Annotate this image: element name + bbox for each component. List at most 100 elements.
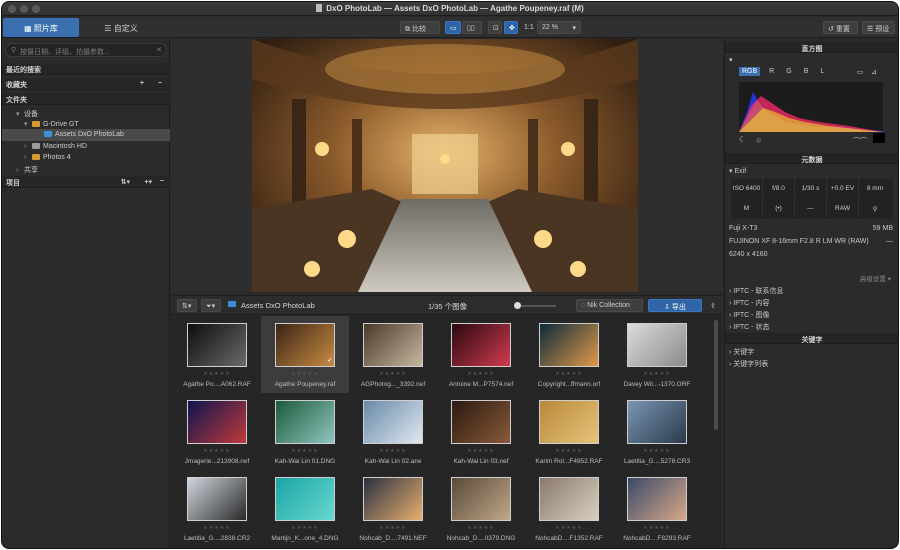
filter-button[interactable]: ⏷▾ [201,299,221,312]
channel-l[interactable]: L [817,67,827,76]
sort-button[interactable]: ⇅▾ [177,299,197,312]
rating-stars[interactable]: ★★★★★ [349,448,437,454]
thumbnail-cell[interactable]: ★★★★★ Nohcab_D....7491.NEF [349,470,437,547]
one-to-one-button[interactable]: 1:1 [519,21,535,34]
split-view-button[interactable]: ▯▯ [462,21,482,34]
favorites-header[interactable]: 收藏夹 + − [2,78,170,90]
thumbnail-cell[interactable]: ★★★★★ Laetitia_G....2838.CR2 [173,470,261,547]
remove-icon[interactable]: − [160,178,164,185]
tree-item-shared[interactable]: › 共享 [2,163,170,175]
moon-icon[interactable]: ☾ [739,135,746,144]
clipping-icon[interactable]: ⊿ [871,68,877,76]
reset-button[interactable]: ↺ 重置 [823,21,858,34]
black-swatch[interactable] [873,133,885,143]
compare-icon: ⧉ [405,26,410,33]
exif-section[interactable]: ▾ Exif [725,165,898,176]
tab-customize[interactable]: ☰ 自定义 [86,18,156,37]
export-button[interactable]: ⇩ 导出 [648,299,702,312]
search-input[interactable]: ⚲ 按摄日期、评级、拍摄参数... ✕ [5,43,167,57]
keywords-section[interactable]: › 关键字 [725,345,898,356]
thumbnail-cell[interactable]: ★★★★★ Kah-Wai Lin 02.arw [349,393,437,470]
zoom-select[interactable]: 22 % ▾ [537,21,581,34]
thumbnail-size-slider[interactable] [514,302,556,309]
rating-stars[interactable]: ★★★★★ [261,448,349,454]
channel-r[interactable]: R [766,67,777,76]
iptc-status[interactable]: › IPTC - 状态 [725,320,898,331]
grid-scrollbar[interactable] [714,320,718,430]
tab-photo-library[interactable]: ▦ 照片库 [3,18,79,37]
thumbnail-cell[interactable]: ★★★★★ Davey Wil...-1370.ORF [613,316,701,393]
thumbnail-caption: Nohcab_D....7491.NEF [359,535,427,542]
add-icon[interactable]: + [140,80,144,87]
channel-selector: RGB R G B L [739,67,833,78]
keyword-list-section[interactable]: › 关键字列表 [725,357,898,368]
sun-icon[interactable]: ☼ [755,135,762,144]
clear-icon[interactable]: ✕ [156,46,162,54]
fit-button[interactable]: ⊡ [488,21,502,34]
add-project-icon[interactable]: +▾ [144,178,152,186]
thumbnail-cell[interactable]: ★★★★★ Nohcab_D....0379.DNG [437,470,525,547]
rating-stars[interactable]: ★★★★★ [261,371,349,377]
thumbnail-cell[interactable]: ★★★★★ Kah-Wai Lin 03.nef [437,393,525,470]
iptc-content[interactable]: › IPTC - 内容 [725,296,898,307]
remove-icon[interactable]: − [158,80,162,87]
rating-stars[interactable]: ★★★★★ [173,448,261,454]
single-view-button[interactable]: ▭ [445,21,461,34]
iptc-contact[interactable]: › IPTC - 联系信息 [725,284,898,295]
thumbnail-caption: Karim Rol...F4952.RAF [535,458,603,465]
iptc-image[interactable]: › IPTC - 图像 [725,308,898,319]
rating-stars[interactable]: ★★★★★ [437,448,525,454]
share-icon: ⇪ [710,303,716,310]
channel-g[interactable]: G [783,67,794,76]
folder-icon [32,154,40,160]
channel-b[interactable]: B [801,67,812,76]
rating-stars[interactable]: ★★★★★ [437,525,525,531]
thumbnail-cell[interactable]: ★★★★★ Jmagerie...213908.nef [173,393,261,470]
share-button[interactable]: ⇪ [705,299,717,312]
rating-stars[interactable]: ★★★★★ [613,448,701,454]
thumbnail-cell[interactable]: ★★★★★ Agathe Poupeney.raf ✓ [261,316,349,393]
thumbnail-cell[interactable]: ★★★★★ AGPhotog..._3392.nef [349,316,437,393]
rating-stars[interactable]: ★★★★★ [437,371,525,377]
thumbnail-cell[interactable]: ★★★★★ Agathe Po....A062.RAF [173,316,261,393]
filmstrip-toolbar: ⇅▾ ⏷▾ Assets DxO PhotoLab 1/35 个图像 ◌ Nik… [171,295,722,315]
thumbnail-cell[interactable]: ★★★★★ NohcabD....F8293.RAF [613,470,701,547]
thumbnail-caption: Jmagerie...213908.nef [184,458,250,465]
thumbnail-cell[interactable]: ★★★★★ Copyright...ffmann.orf [525,316,613,393]
image-viewer[interactable] [171,39,722,292]
nik-collection-button[interactable]: ◌ Nik Collection [576,299,643,312]
thumbnail-cell[interactable]: ★★★★★ Kah-Wai Lin 01.DNG [261,393,349,470]
rating-stars[interactable]: ★★★★★ [349,525,437,531]
rating-stars[interactable]: ★★★★★ [525,448,613,454]
sort-icon[interactable]: ⇅▾ [121,178,130,186]
slider-handle[interactable] [514,302,521,309]
monitor-icon[interactable]: ▭ [857,68,864,76]
keywords-header[interactable]: 关键字 [725,333,898,344]
histogram-collapse[interactable]: ▾ [725,54,898,65]
thumbnail-cell[interactable]: ★★★★★ Karim Rol...F4952.RAF [525,393,613,470]
histogram-header[interactable]: 直方图 [725,42,898,53]
tree-item-assets[interactable]: Assets DxO PhotoLab [2,129,170,141]
channel-rgb[interactable]: RGB [739,67,761,76]
move-button[interactable]: ✥ [504,21,518,34]
thumbnail-cell[interactable]: ★★★★★ Laetitia_G....5278.CR3 [613,393,701,470]
rating-stars[interactable]: ★★★★★ [525,371,613,377]
rating-stars[interactable]: ★★★★★ [613,371,701,377]
projects-header[interactable]: 项目 ⇅▾ +▾ − [2,176,170,188]
preset-button[interactable]: ☰ 预设 [862,21,895,34]
rating-stars[interactable]: ★★★★★ [613,525,701,531]
thumbnail-cell[interactable]: ★★★★★ NohcabD....F1352.RAF [525,470,613,547]
rating-stars[interactable]: ★★★★★ [349,371,437,377]
rating-stars[interactable]: ★★★★★ [173,371,261,377]
metadata-header[interactable]: 元数据 [725,153,898,164]
thumbnail-cell[interactable]: ★★★★★ Martijn_K...one_4.DNG [261,470,349,547]
thumbnail-caption: Copyright...ffmann.orf [537,381,601,388]
folders-header[interactable]: 文件夹 [2,93,170,105]
thumbnail-cell[interactable]: ★★★★★ Antoine M...P7574.nef [437,316,525,393]
recent-searches-header[interactable]: 最近的搜索 [2,63,170,75]
compare-button[interactable]: ⧉ 比较 [400,21,440,34]
rating-stars[interactable]: ★★★★★ [173,525,261,531]
advanced-settings-link[interactable]: 高级设置 ▾ [725,271,898,283]
rating-stars[interactable]: ★★★★★ [261,525,349,531]
rating-stars[interactable]: ★★★★★ [525,525,613,531]
